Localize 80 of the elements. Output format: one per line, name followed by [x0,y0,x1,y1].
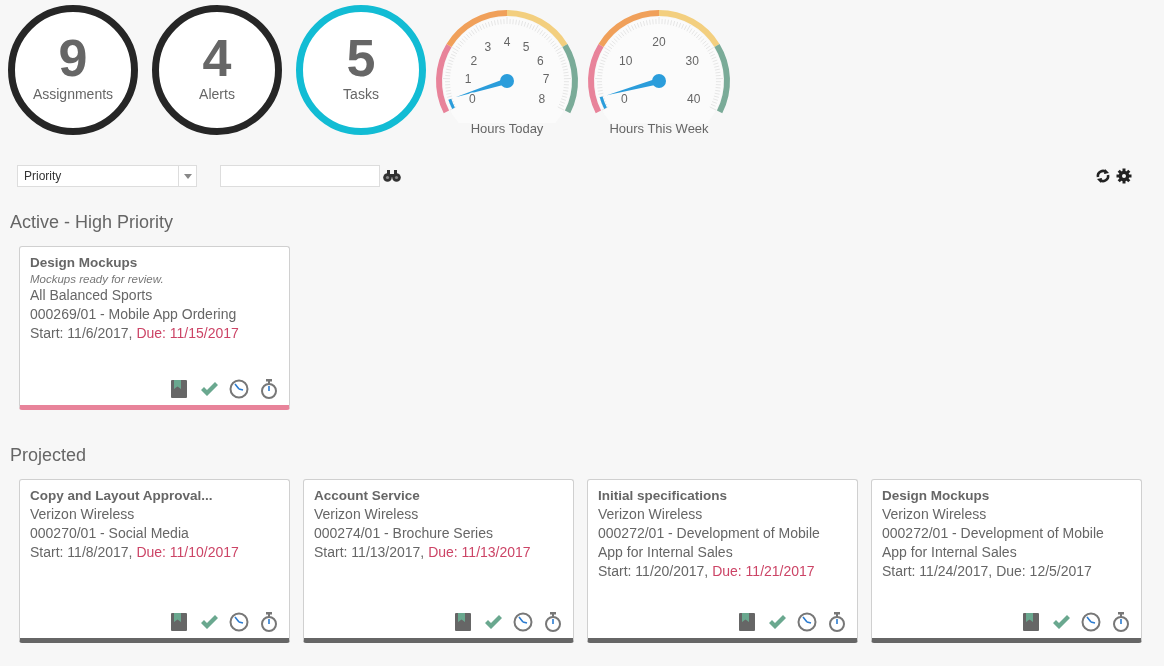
stopwatch-icon[interactable] [259,612,279,632]
section-heading: Active - High Priority [10,211,175,233]
job-name: 000270/01 - Social Media [30,524,190,543]
binoculars-icon[interactable] [383,170,401,182]
gauge-scale-label: 10 [619,53,633,68]
job-name: 000269/01 - Mobile App Ordering [30,305,238,324]
date-line: Start: 11/13/2017, Due: 11/13/2017 [314,543,532,562]
gauge-scale-label: 2 [470,53,478,68]
settings-icon[interactable] [1116,168,1132,184]
task-card[interactable]: Design Mockups Mockups ready for review. All Balanced Sports 000269/01 - Mobile App Ordering Start: 11/6/2017, Due: 11/15/2017 [19,246,290,410]
date-line: Start: 11/8/2017, Due: 11/10/2017 [30,543,240,562]
tile-label: Alerts [199,86,235,102]
clock-icon[interactable] [797,612,817,632]
task-card[interactable]: Account Service Verizon Wireless 000274/01 - Brochure Series Start: 11/13/2017, Due: 11/13/2017 [303,479,574,643]
section-heading: Projected [10,444,88,466]
caret-icon [183,173,192,179]
summary-tile[interactable]: 5 Tasks [296,5,426,135]
client-name: Verizon Wireless [882,505,988,524]
checkmark-icon[interactable] [1051,612,1071,632]
gauge-scale-label: 0 [468,91,476,106]
tile-count: 9 [58,32,88,84]
notebook-icon[interactable] [169,379,189,399]
card-title: Copy and Layout Approval... [30,487,214,505]
job-name: 000274/01 - Brochure Series [314,524,494,543]
clock-icon[interactable] [229,612,249,632]
card-title: Design Mockups [30,254,139,272]
gauge-scale-label: 5 [522,39,530,54]
search-field[interactable] [220,165,380,187]
gauge-scale-label: 7 [542,72,550,87]
client-name: Verizon Wireless [598,505,704,524]
gauge-scale-label: 30 [685,53,699,68]
task-card[interactable]: Design Mockups Verizon Wireless 000272/01 - Development of Mobile App for Internal Sales Start: 11/24/2017, Due: 12/5/2017 [871,479,1142,643]
gauge-needle [606,74,666,96]
notebook-icon[interactable] [737,612,757,632]
card-title: Account Service [314,487,421,505]
date-line: Start: 11/24/2017, Due: 12/5/2017 [882,562,1093,581]
job-name: 000272/01 - Development of Mobile App for Internal Sales [882,524,1105,562]
refresh-icon[interactable] [1095,168,1111,184]
gauge-scale-label: 20 [652,35,666,49]
clock-icon[interactable] [1081,612,1101,632]
gauge-scale-label: 4 [503,35,511,49]
card-title: Design Mockups [882,487,991,505]
notebook-icon[interactable] [1021,612,1041,632]
gauge-scale-label: 0 [620,91,628,106]
tile-label: Tasks [343,86,379,102]
summary-tile[interactable]: 4 Alerts [152,5,282,135]
gauge-scale-label: 1 [464,72,472,87]
stopwatch-icon[interactable] [827,612,847,632]
tile-count: 5 [346,32,376,84]
gauge-label: Hours Today [470,121,544,136]
checkmark-icon[interactable] [199,612,219,632]
summary-tile[interactable]: 9 Assignments [8,5,138,135]
stopwatch-icon[interactable] [259,379,279,399]
gauge-scale-label: 8 [538,91,546,106]
stopwatch-icon[interactable] [543,612,563,632]
gauge-scale-label: 6 [536,53,544,68]
filter-dropdown[interactable]: Priority [17,165,197,187]
clock-icon[interactable] [229,379,249,399]
date-line: Start: 11/6/2017, Due: 11/15/2017 [30,324,240,343]
notebook-icon[interactable] [169,612,189,632]
checkmark-icon[interactable] [199,379,219,399]
checkmark-icon[interactable] [767,612,787,632]
job-name: 000272/01 - Development of Mobile App for Internal Sales [598,524,821,562]
stopwatch-icon[interactable] [1111,612,1131,632]
notebook-icon[interactable] [453,612,473,632]
tile-label: Assignments [32,86,114,102]
checkmark-icon[interactable] [483,612,503,632]
client-name: Verizon Wireless [314,505,420,524]
clock-icon[interactable] [513,612,533,632]
tile-count: 4 [202,32,232,84]
date-line: Start: 11/20/2017, Due: 11/21/2017 [598,562,816,581]
card-note: Mockups ready for review. [30,272,165,286]
gauge-scale-label: 3 [484,39,492,54]
client-name: Verizon Wireless [30,505,136,524]
task-card[interactable]: Initial specifications Verizon Wireless 000272/01 - Development of Mobile App for Internal Sales Start: 11/20/2017, Due: 11/21/2017 [587,479,858,643]
gauge-label: Hours This Week [609,121,709,136]
task-card[interactable]: Copy and Layout Approval... Verizon Wireless 000270/01 - Social Media Start: 11/8/2017, Due: 11/10/2017 [19,479,290,643]
card-title: Initial specifications [598,487,729,505]
client-name: All Balanced Sports [30,286,154,305]
gauge-scale-label: 40 [687,91,701,106]
